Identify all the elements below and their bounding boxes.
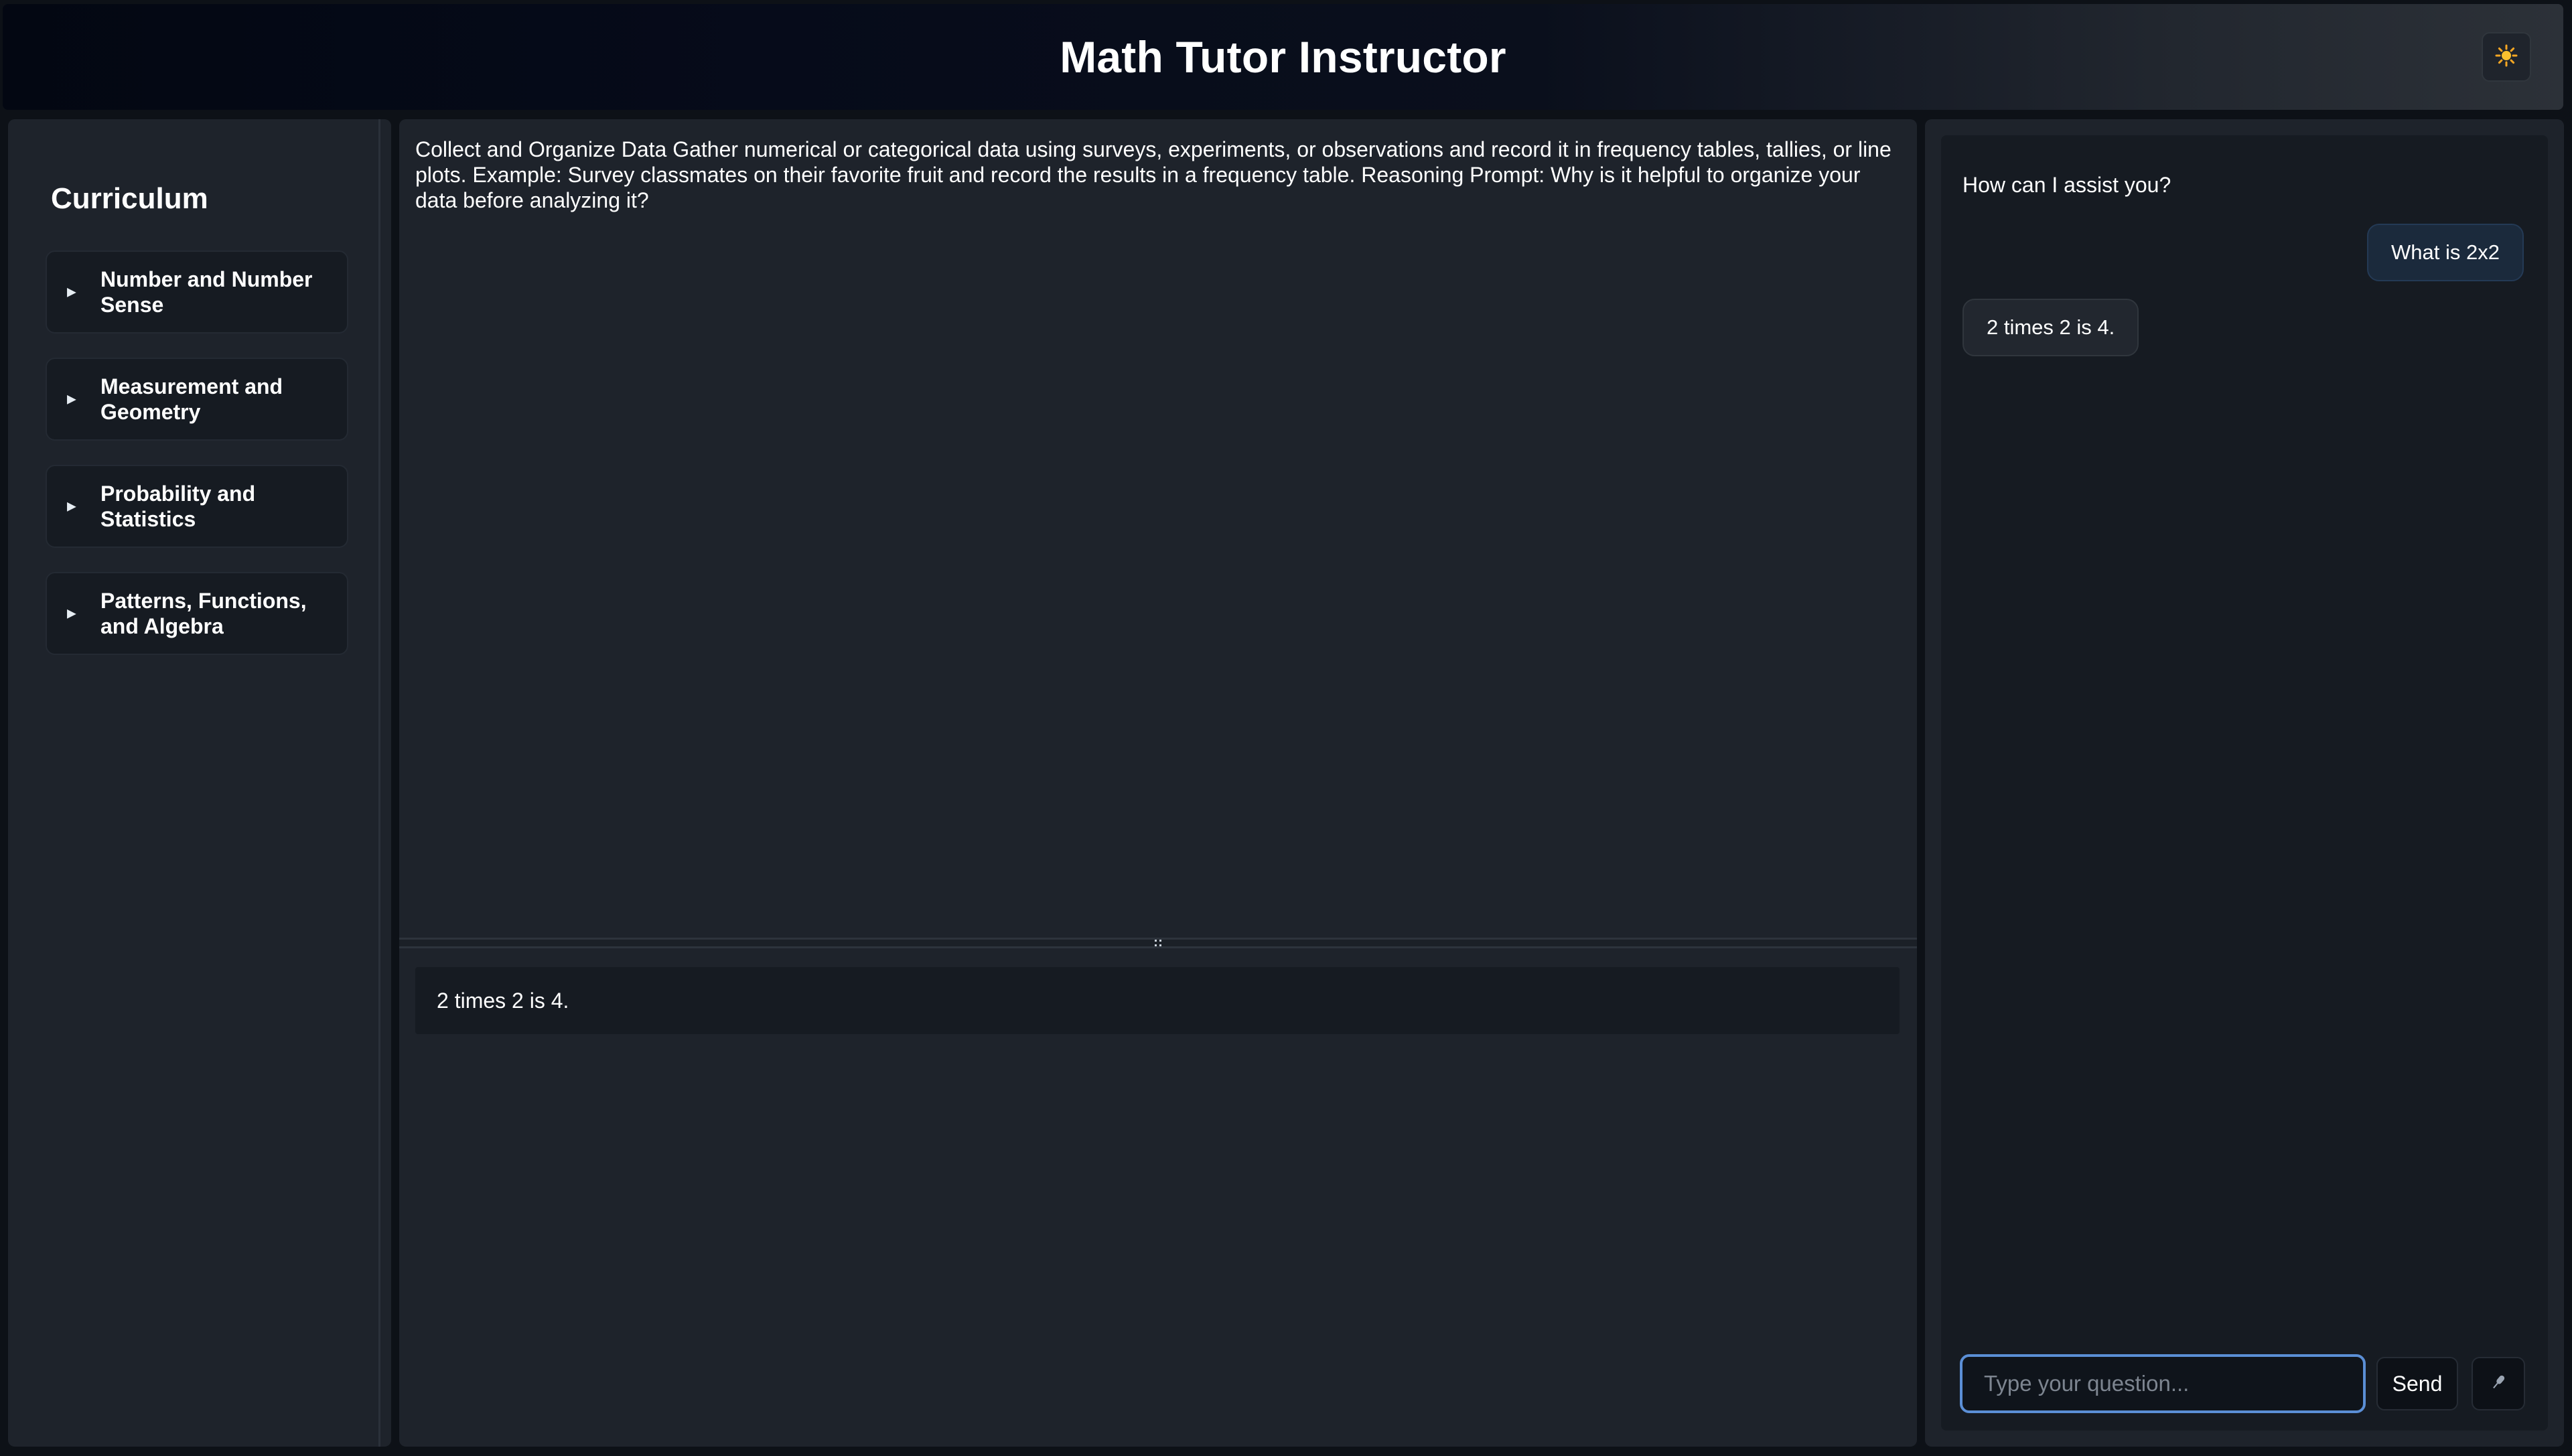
send-button[interactable]: Send: [2376, 1357, 2458, 1410]
chat-messages: How can I assist you? What is 2x2 2 time…: [1941, 135, 2548, 1431]
sun-icon: [2495, 44, 2518, 70]
sidebar-content: Curriculum ▶ Number and Number Sense ▶ M…: [8, 119, 380, 1447]
lesson-panel: Collect and Organize Data Gather numeric…: [399, 119, 1917, 1447]
sidebar-title: Curriculum: [51, 182, 208, 215]
chat-greeting: How can I assist you?: [1962, 173, 2171, 197]
theme-toggle-button[interactable]: [2482, 32, 2531, 82]
curriculum-item-label: Measurement and Geometry: [100, 374, 283, 424]
caret-right-icon: ▶: [67, 499, 76, 513]
chat-panel: How can I assist you? What is 2x2 2 time…: [1925, 119, 2564, 1447]
microphone-button[interactable]: [2472, 1357, 2525, 1410]
grip-icon: [1153, 938, 1163, 948]
curriculum-sidebar: Curriculum ▶ Number and Number Sense ▶ M…: [8, 119, 391, 1447]
curriculum-item-label: Probability and Statistics: [100, 482, 256, 531]
resize-handle[interactable]: [399, 938, 1917, 948]
microphone-icon: [2488, 1372, 2508, 1396]
curriculum-item-label: Patterns, Functions, and Algebra: [100, 589, 307, 638]
page-title: Math Tutor Instructor: [1060, 32, 1506, 82]
curriculum-item-label: Number and Number Sense: [100, 267, 313, 317]
answer-output: 2 times 2 is 4.: [415, 967, 1900, 1034]
lesson-text: Collect and Organize Data Gather numeric…: [415, 137, 1891, 212]
caret-right-icon: ▶: [67, 285, 76, 299]
app-root: Math Tutor Instructor Curriculum ▶ Numbe…: [0, 0, 2572, 1456]
caret-right-icon: ▶: [67, 606, 76, 620]
assistant-message: 2 times 2 is 4.: [1962, 299, 2139, 356]
app-header: Math Tutor Instructor: [3, 4, 2563, 110]
curriculum-item-measurement-geometry[interactable]: ▶ Measurement and Geometry: [46, 358, 348, 441]
question-input[interactable]: [1960, 1354, 2366, 1413]
user-message: What is 2x2: [2367, 224, 2524, 281]
caret-right-icon: ▶: [67, 392, 76, 406]
curriculum-item-probability-statistics[interactable]: ▶ Probability and Statistics: [46, 465, 348, 548]
curriculum-item-number-sense[interactable]: ▶ Number and Number Sense: [46, 250, 348, 334]
curriculum-item-patterns-algebra[interactable]: ▶ Patterns, Functions, and Algebra: [46, 572, 348, 655]
